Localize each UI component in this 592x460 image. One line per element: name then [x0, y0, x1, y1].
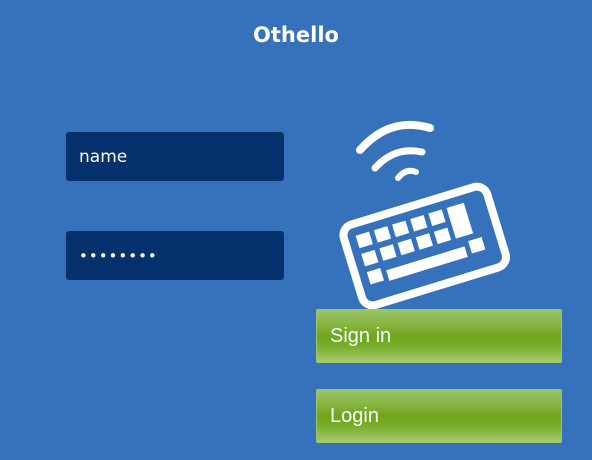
sign-in-button[interactable]: Sign in	[316, 309, 562, 363]
username-value: name	[79, 146, 128, 167]
login-screen: Othello name •••••••• Sign in Login	[0, 0, 592, 460]
sign-in-label: Sign in	[330, 324, 392, 347]
password-field[interactable]: ••••••••	[66, 231, 284, 280]
login-label: Login	[330, 404, 379, 427]
wireless-keyboard-icon	[339, 120, 510, 310]
username-field[interactable]: name	[66, 132, 284, 181]
login-button[interactable]: Login	[316, 389, 562, 443]
app-title: Othello	[253, 23, 339, 47]
password-value: ••••••••	[79, 246, 158, 265]
